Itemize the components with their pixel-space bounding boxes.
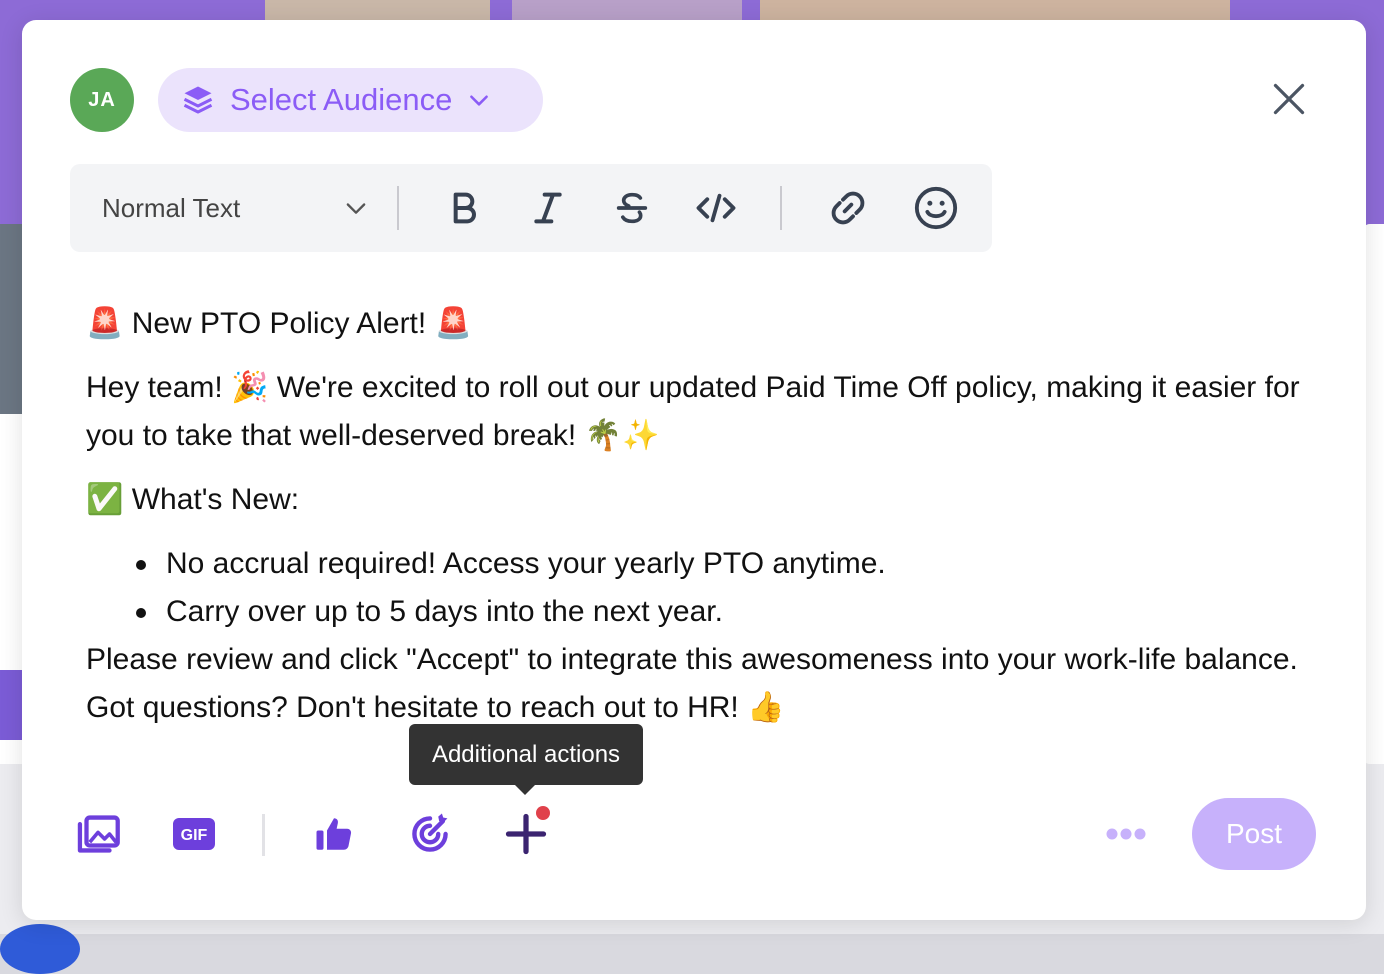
- code-icon: [695, 187, 737, 229]
- chevron-down-icon: [342, 194, 370, 222]
- toolbar-divider: [397, 186, 399, 230]
- list-item: No accrual required! Access your yearly …: [142, 540, 1306, 588]
- svg-text:GIF: GIF: [181, 827, 208, 844]
- media-button[interactable]: [70, 810, 126, 858]
- gif-button[interactable]: GIF: [166, 810, 222, 858]
- formatting-toolbar: Normal Text: [70, 164, 992, 252]
- select-audience-button[interactable]: Select Audience: [158, 68, 543, 132]
- background-decoration: [0, 924, 80, 974]
- create-post-modal: JA Select Audience Normal Text: [22, 20, 1366, 920]
- link-button[interactable]: [822, 182, 874, 234]
- emoji-button[interactable]: [910, 182, 962, 234]
- code-button[interactable]: [690, 182, 742, 234]
- target-icon: [408, 812, 452, 856]
- avatar: JA: [70, 68, 134, 132]
- strikethrough-icon: [612, 188, 652, 228]
- bold-button[interactable]: [438, 182, 490, 234]
- tooltip: Additional actions: [409, 724, 643, 785]
- list-item: Carry over up to 5 days into the next ye…: [142, 588, 1306, 636]
- italic-button[interactable]: [522, 182, 574, 234]
- more-icon: [1105, 827, 1147, 841]
- post-title-line: 🚨 New PTO Policy Alert! 🚨: [86, 300, 1306, 348]
- text-style-dropdown[interactable]: Normal Text: [102, 186, 370, 230]
- chevron-down-icon: [466, 87, 492, 113]
- post-editor[interactable]: 🚨 New PTO Policy Alert! 🚨 Hey team! 🎉 We…: [86, 300, 1306, 748]
- more-options-button[interactable]: [1098, 810, 1154, 858]
- italic-icon: [528, 188, 568, 228]
- gif-icon: GIF: [173, 818, 215, 850]
- notification-dot: [536, 806, 550, 820]
- toolbar-divider: [780, 186, 782, 230]
- kudos-button[interactable]: [306, 810, 362, 858]
- post-section-heading: ✅ What's New:: [86, 476, 1306, 524]
- goal-button[interactable]: [402, 810, 458, 858]
- strikethrough-button[interactable]: [606, 182, 658, 234]
- close-icon: [1271, 81, 1307, 117]
- post-intro: Hey team! 🎉 We're excited to roll out ou…: [86, 364, 1306, 460]
- link-icon: [828, 188, 868, 228]
- bold-icon: [444, 188, 484, 228]
- post-bullet-list: No accrual required! Access your yearly …: [142, 540, 1306, 636]
- post-closing: Please review and click "Accept" to inte…: [86, 636, 1306, 732]
- thumbs-up-icon: [312, 813, 356, 855]
- media-icon: [75, 814, 121, 854]
- layers-icon: [180, 82, 216, 118]
- text-style-value: Normal Text: [102, 193, 240, 224]
- footer-divider: [262, 814, 265, 856]
- post-button[interactable]: Post: [1192, 798, 1316, 870]
- close-button[interactable]: [1266, 76, 1312, 122]
- emoji-icon: [913, 185, 959, 231]
- select-audience-label: Select Audience: [230, 82, 452, 118]
